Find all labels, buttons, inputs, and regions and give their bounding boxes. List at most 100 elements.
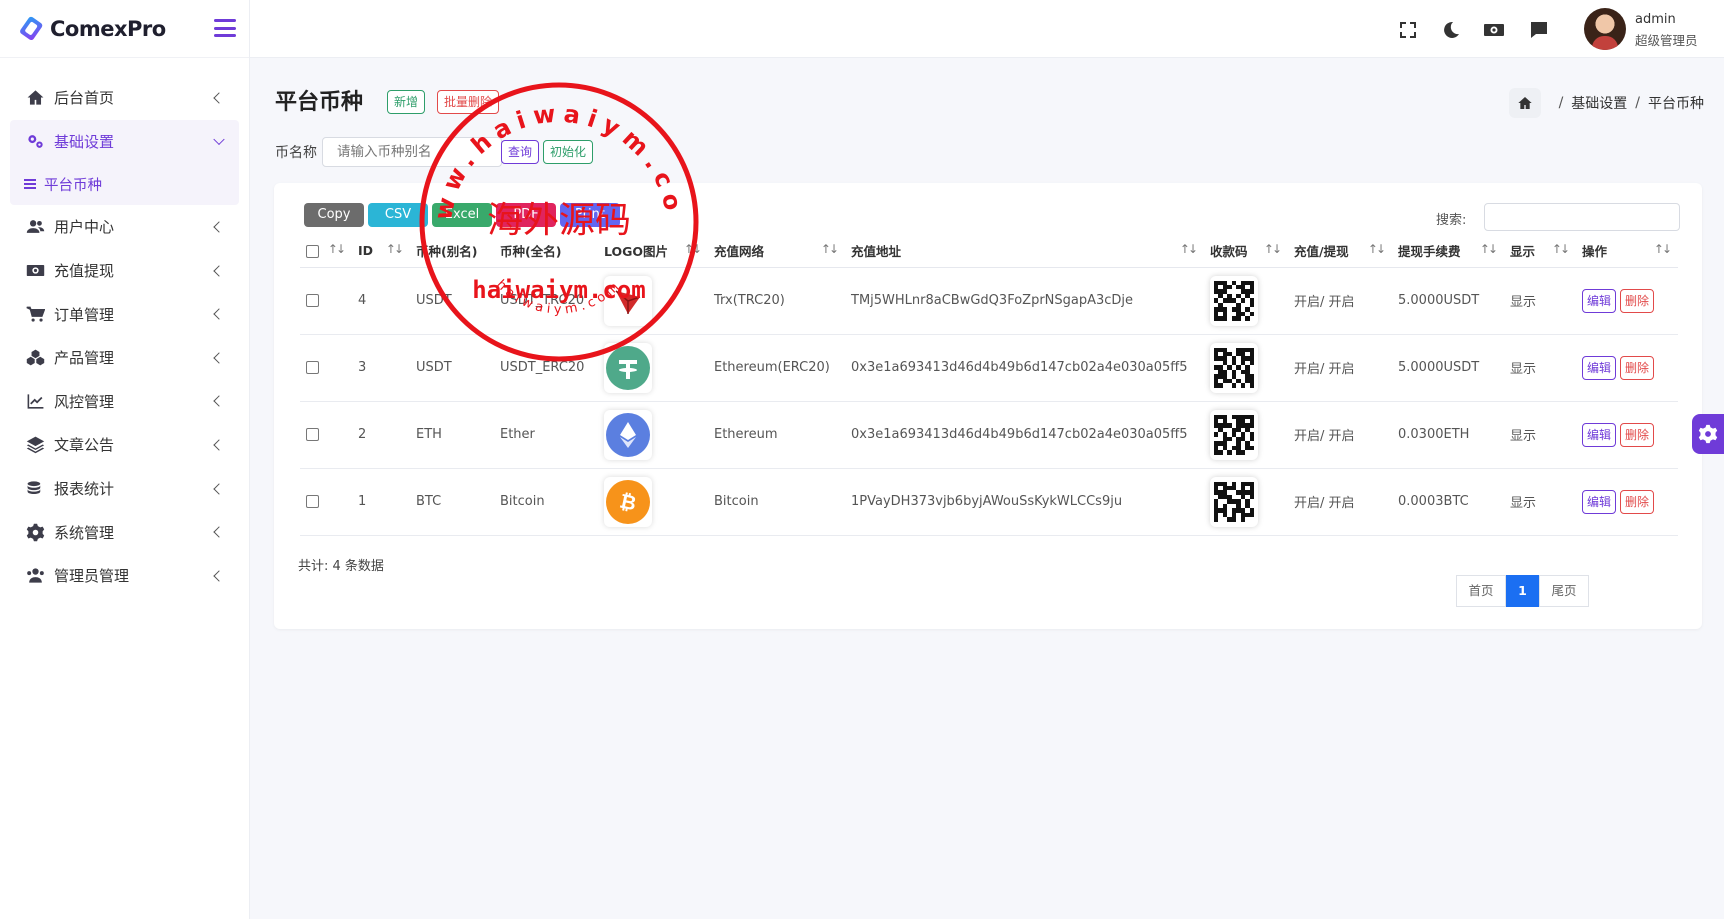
sort-icon[interactable]: ↑↓ — [386, 242, 404, 256]
cell-deposit-withdraw: 开启/ 开启 — [1288, 468, 1392, 536]
edit-button[interactable]: 编辑 — [1582, 355, 1617, 380]
avatar[interactable] — [1584, 8, 1626, 50]
cell-alias: BTC — [410, 468, 494, 536]
breadcrumb-separator: / — [1635, 95, 1640, 111]
row-checkbox[interactable] — [306, 495, 319, 508]
export-pdf-button[interactable]: PDF — [496, 203, 556, 227]
export-excel-button[interactable]: Excel — [432, 203, 492, 227]
cell-deposit-withdraw: 开启/ 开启 — [1288, 401, 1392, 469]
column-header[interactable]: LOGO图片 ↑↓ — [598, 234, 708, 268]
add-button[interactable]: 新增 — [387, 90, 426, 114]
table-search-label: 搜索: — [1436, 213, 1467, 228]
delete-button[interactable]: 删除 — [1620, 355, 1655, 380]
edit-button[interactable]: 编辑 — [1582, 489, 1617, 514]
table-row: 2 ETH Ether Ethereum 0x3e1a693413d46d4b4… — [300, 401, 1678, 469]
sidebar-item-label: 报表统计 — [54, 480, 115, 499]
page-title: 平台币种 — [275, 90, 364, 115]
sidebar-item-deposit-withdraw[interactable]: 充值提现 — [0, 249, 249, 293]
edit-button[interactable]: 编辑 — [1582, 288, 1617, 313]
chat-message-icon[interactable] — [1529, 20, 1549, 40]
sort-icon[interactable]: ↑↓ — [328, 242, 346, 256]
sidebar-item-risk-control[interactable]: 风控管理 — [0, 380, 249, 424]
batch-delete-button[interactable]: 批量删除 — [437, 90, 500, 114]
qr-code-icon[interactable] — [1210, 476, 1258, 527]
currency-table: ↑↓ ID ↑↓ 币种(别名) 币种(全名) LOGO图片 ↑↓ 充值网络 ↑↓ 充值… — [300, 234, 1678, 536]
query-button[interactable]: 查询 — [501, 140, 540, 164]
select-all-checkbox[interactable] — [306, 244, 319, 258]
column-header[interactable]: 收款码 ↑↓ — [1204, 234, 1288, 268]
sidebar-item-user-center[interactable]: 用户中心 — [0, 205, 249, 249]
sidebar-subitem-platform-currency[interactable]: 平台币种 — [10, 163, 239, 206]
gear-icon — [24, 521, 46, 543]
row-checkbox[interactable] — [306, 361, 319, 374]
export-csv-button[interactable]: CSV — [368, 203, 428, 227]
menu-toggle-icon[interactable] — [214, 19, 236, 37]
sidebar-item-admins[interactable]: 管理员管理 — [0, 554, 249, 598]
delete-button[interactable]: 删除 — [1620, 489, 1655, 514]
currency-name-search-input[interactable] — [322, 137, 502, 167]
sidebar-item-reports[interactable]: 报表统计 — [0, 467, 249, 511]
column-header[interactable]: 充值网络 ↑↓ — [708, 234, 845, 268]
chevron-left-icon — [213, 221, 225, 233]
qr-code-icon[interactable] — [1210, 342, 1258, 393]
chevron-left-icon — [213, 308, 225, 320]
reset-button[interactable]: 初始化 — [543, 140, 594, 164]
column-header[interactable]: ID ↑↓ — [352, 234, 410, 268]
export-print-button[interactable]: Print — [560, 203, 620, 227]
sidebar-item-basic-settings[interactable]: 基础设置 — [10, 119, 239, 164]
pagination-current-page[interactable]: 1 — [1506, 575, 1539, 607]
column-header[interactable]: 充值地址 ↑↓ — [845, 234, 1204, 268]
qr-code-icon[interactable] — [1210, 275, 1258, 326]
money-icon — [24, 260, 46, 282]
sort-icon[interactable]: ↑↓ — [1264, 242, 1282, 256]
sidebar-item-products[interactable]: 产品管理 — [0, 336, 249, 380]
export-copy-button[interactable]: Copy — [304, 203, 364, 227]
column-header[interactable]: 币种(全名) — [494, 234, 598, 268]
sort-icon[interactable]: ↑↓ — [1180, 242, 1198, 256]
sidebar-subitem-label: 平台币种 — [44, 177, 102, 194]
user-name: admin — [1635, 12, 1676, 27]
currency-table-card: Copy CSV Excel PDF Print 搜索: ↑↓ ID ↑↓ 币种(… — [274, 183, 1702, 629]
sort-icon[interactable]: ↑↓ — [1552, 242, 1570, 256]
sidebar-item-articles[interactable]: 文章公告 — [0, 423, 249, 467]
brand: ComexPro — [0, 0, 249, 58]
settings-gear-icon[interactable] — [1692, 414, 1724, 454]
cell-network: Ethereum — [708, 401, 845, 469]
row-checkbox[interactable] — [306, 294, 319, 307]
chevron-left-icon — [213, 482, 225, 495]
sort-icon[interactable]: ↑↓ — [1654, 242, 1672, 256]
sidebar-item-label: 充值提现 — [54, 262, 115, 281]
sidebar-item-dashboard[interactable]: 后台首页 — [0, 76, 249, 120]
table-search-input[interactable] — [1484, 203, 1680, 231]
column-header[interactable]: 币种(别名) — [410, 234, 494, 268]
column-header[interactable]: 提现手续费 ↑↓ — [1392, 234, 1504, 268]
column-header[interactable]: 充值/提现 ↑↓ — [1288, 234, 1392, 268]
sort-icon[interactable]: ↑↓ — [1480, 242, 1498, 256]
sidebar-item-orders[interactable]: 订单管理 — [0, 292, 249, 336]
delete-button[interactable]: 删除 — [1620, 422, 1655, 447]
qr-code-icon[interactable] — [1210, 409, 1258, 460]
breadcrumb-home-icon[interactable] — [1508, 88, 1541, 118]
cell-display: 显示 — [1504, 401, 1576, 469]
edit-button[interactable]: 编辑 — [1582, 422, 1617, 447]
column-header[interactable]: 操作 ↑↓ — [1576, 234, 1678, 268]
sidebar-item-label: 用户中心 — [54, 218, 115, 237]
sidebar-nav: 后台首页 基础设置 平台币种 用户中心 充值提现 订单管理 产品管理 风控管理 … — [0, 58, 249, 598]
column-header[interactable]: 显示 ↑↓ — [1504, 234, 1576, 268]
pagination-first-button[interactable]: 首页 — [1456, 575, 1506, 607]
sort-icon[interactable]: ↑↓ — [821, 242, 839, 256]
filter-label: 币名称 — [275, 145, 317, 161]
pagination-last-button[interactable]: 尾页 — [1539, 575, 1589, 607]
dark-mode-moon-icon[interactable] — [1441, 20, 1461, 40]
sidebar-item-system[interactable]: 系统管理 — [0, 510, 249, 554]
sort-icon[interactable]: ↑↓ — [684, 242, 702, 256]
sort-icon[interactable]: ↑↓ — [1368, 242, 1386, 256]
fullscreen-icon[interactable] — [1398, 20, 1418, 40]
delete-button[interactable]: 删除 — [1620, 288, 1655, 313]
money-icon[interactable] — [1483, 20, 1505, 40]
gears-icon — [24, 130, 46, 152]
total-count: 共计: 4 条数据 — [298, 559, 384, 574]
row-checkbox[interactable] — [306, 428, 319, 441]
breadcrumb-item[interactable]: 基础设置 — [1571, 93, 1627, 113]
cell-deposit-withdraw: 开启/ 开启 — [1288, 334, 1392, 402]
